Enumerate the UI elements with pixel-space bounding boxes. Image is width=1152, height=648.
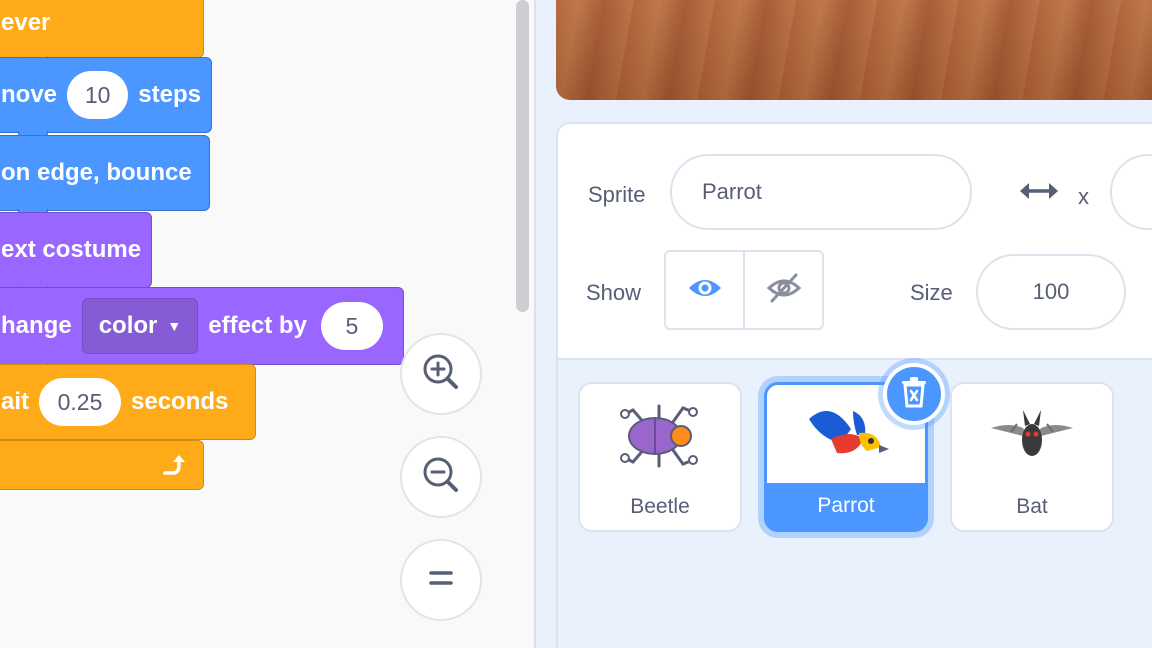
move-steps-input[interactable]: 10 [67,71,129,119]
trash-icon [899,376,929,413]
zoom-reset-icon [421,558,461,603]
code-scrollbar[interactable] [516,0,529,312]
x-position-field[interactable] [1110,154,1152,230]
eye-icon [687,274,723,307]
caret-down-icon: ▼ [167,318,182,334]
effect-value-input[interactable]: 5 [320,302,383,350]
change-effect-block[interactable]: hange color ▼ effect by 5 [0,287,404,365]
show-label: Show [586,280,642,305]
zoom-in-button[interactable] [400,333,482,415]
wait-seconds-input[interactable]: 0.25 [39,378,122,426]
sprite-name: Beetle [630,495,690,518]
next-costume-label: ext costume [1,236,142,263]
size-label: Size [910,280,953,305]
zoom-in-icon [419,350,463,399]
wait-block[interactable]: ait 0.25 seconds [0,364,256,440]
bat-thumbnail [952,392,1112,480]
sprite-name: Bat [1016,495,1048,518]
sprite-name-field[interactable]: Parrot [670,154,972,230]
size-value: 100 [1032,279,1070,304]
stage-and-sprite-pane: Sprite Parrot x Show Size 100 Beetle Par… [536,0,1152,648]
move-steps-block[interactable]: nove 10 steps [0,57,212,133]
forever-block[interactable]: ever [0,0,204,58]
zoom-out-button[interactable] [400,436,482,518]
bounce-label: on edge, bounce [1,159,192,186]
effect-dropdown-value: color [98,312,158,339]
move-steps-label: steps [138,81,201,108]
forever-block-bottom[interactable] [0,440,204,490]
sprite-info: Sprite Parrot x Show Size 100 [558,124,1152,360]
zoom-out-icon [419,453,463,502]
hide-sprite-button[interactable] [745,252,822,328]
sprite-pane: Sprite Parrot x Show Size 100 Beetle Par… [556,122,1152,648]
forever-label: ever [1,9,51,36]
change-label: hange [1,312,72,339]
zoom-reset-button[interactable] [400,539,482,621]
move-label: nove [1,81,58,108]
eye-slash-icon [766,272,802,309]
x-label: x [1078,184,1089,209]
sprite-name: Parrot [767,483,925,529]
wait-label: ait [1,388,30,415]
sprite-name-value: Parrot [702,179,762,204]
loop-arrow-icon [159,451,187,486]
beetle-thumbnail [580,392,740,480]
sprite-label: Sprite [588,182,646,207]
show-sprite-button[interactable] [666,252,745,328]
delete-sprite-button[interactable] [883,363,945,425]
x-position-icon [1018,178,1060,209]
visibility-toggle [664,250,824,330]
seconds-label: seconds [131,388,229,415]
effect-dropdown[interactable]: color ▼ [81,298,199,354]
sprite-tile-bat[interactable]: Bat [950,382,1114,532]
size-field[interactable]: 100 [976,254,1126,330]
stage-canvas[interactable] [556,0,1152,100]
code-area[interactable]: ever nove 10 steps on edge, bounce ext c… [0,0,535,648]
bounce-block[interactable]: on edge, bounce [0,135,210,211]
sprite-tile-beetle[interactable]: Beetle [578,382,742,532]
sprite-tile-parrot[interactable]: Parrot [764,363,945,532]
effect-by-label: effect by [208,312,307,339]
next-costume-block[interactable]: ext costume [0,212,152,288]
